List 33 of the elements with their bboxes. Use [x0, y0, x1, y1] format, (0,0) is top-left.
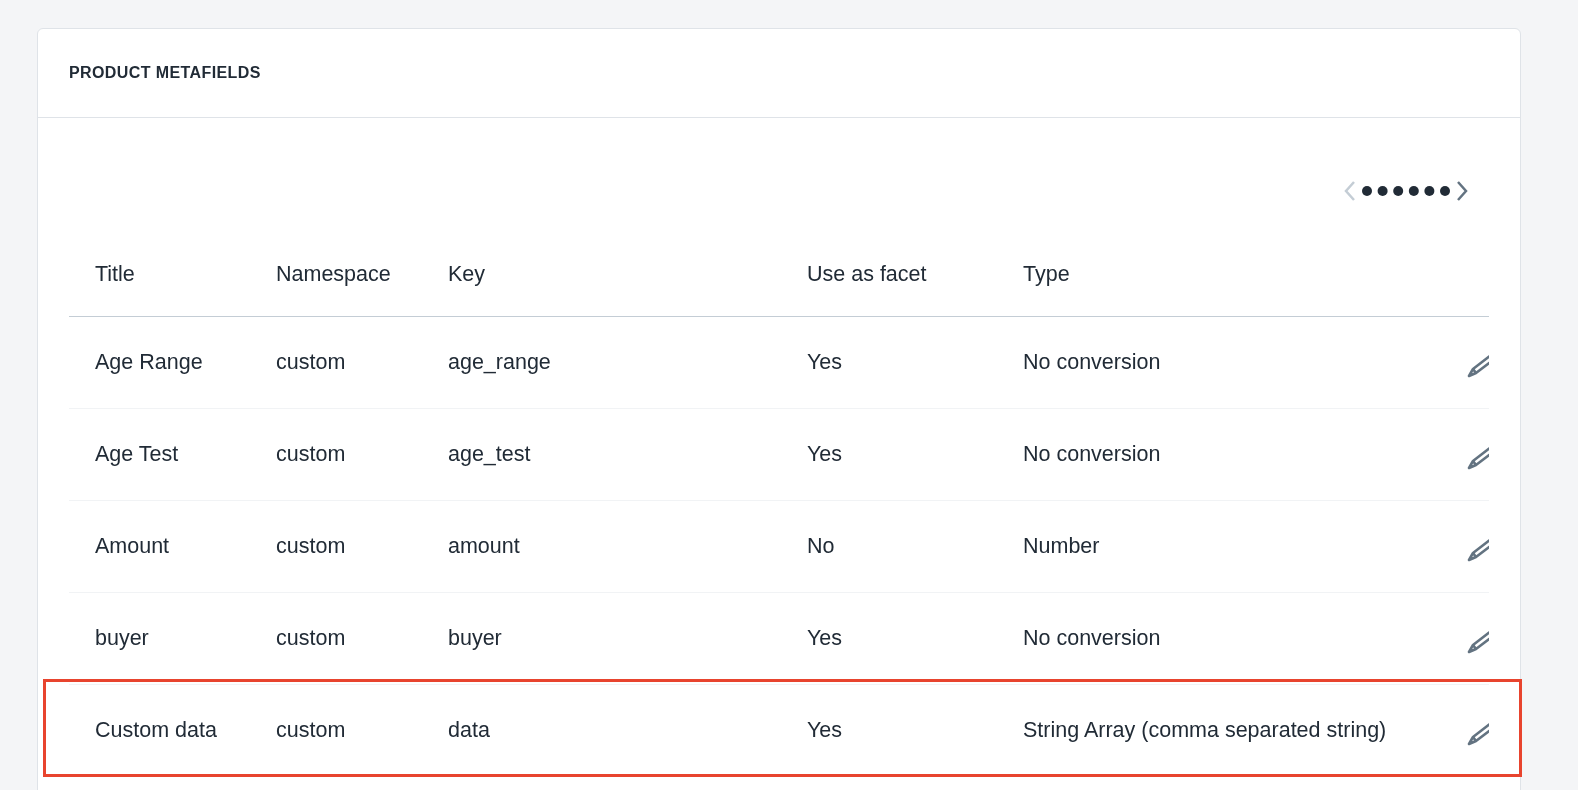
- table-cell: No conversion: [1023, 626, 1161, 650]
- column-header: Type: [1023, 262, 1070, 286]
- table-cell: data: [448, 718, 490, 742]
- column-header: Namespace: [276, 262, 391, 286]
- table-cell: Yes: [807, 718, 843, 742]
- table-cell: age_test: [448, 442, 531, 466]
- column-header: Use as facet: [807, 262, 927, 286]
- table-cell: buyer: [95, 626, 149, 650]
- table-cell: String Array (comma separated string): [1023, 718, 1387, 742]
- table-cell: custom: [276, 442, 346, 466]
- table-cell: Age Test: [95, 442, 179, 466]
- table-cell: Number: [1023, 534, 1100, 558]
- table-cell: Yes: [807, 350, 843, 374]
- table-cell: Yes: [807, 442, 843, 466]
- table-cell: amount: [448, 534, 520, 558]
- table-cell: No: [807, 534, 835, 558]
- pagination-dots-icon: [1361, 185, 1451, 197]
- table-cell: custom: [276, 534, 346, 558]
- table-cell: custom: [276, 718, 346, 742]
- table-cell: Yes: [807, 626, 843, 650]
- table-cell: custom: [276, 350, 346, 374]
- table-cell: No conversion: [1023, 350, 1161, 374]
- table-cell: No conversion: [1023, 442, 1161, 466]
- card-title: PRODUCT METAFIELDS: [69, 64, 261, 82]
- column-header: Title: [95, 262, 135, 286]
- column-header: Key: [448, 262, 486, 286]
- table-cell: Custom data: [95, 718, 217, 742]
- table-cell: buyer: [448, 626, 502, 650]
- next-page-button[interactable]: [1455, 180, 1469, 202]
- table-cell: Age Range: [95, 350, 203, 374]
- table-cell: age_range: [448, 350, 551, 374]
- table-cell: Amount: [95, 534, 170, 558]
- table-cell: custom: [276, 626, 346, 650]
